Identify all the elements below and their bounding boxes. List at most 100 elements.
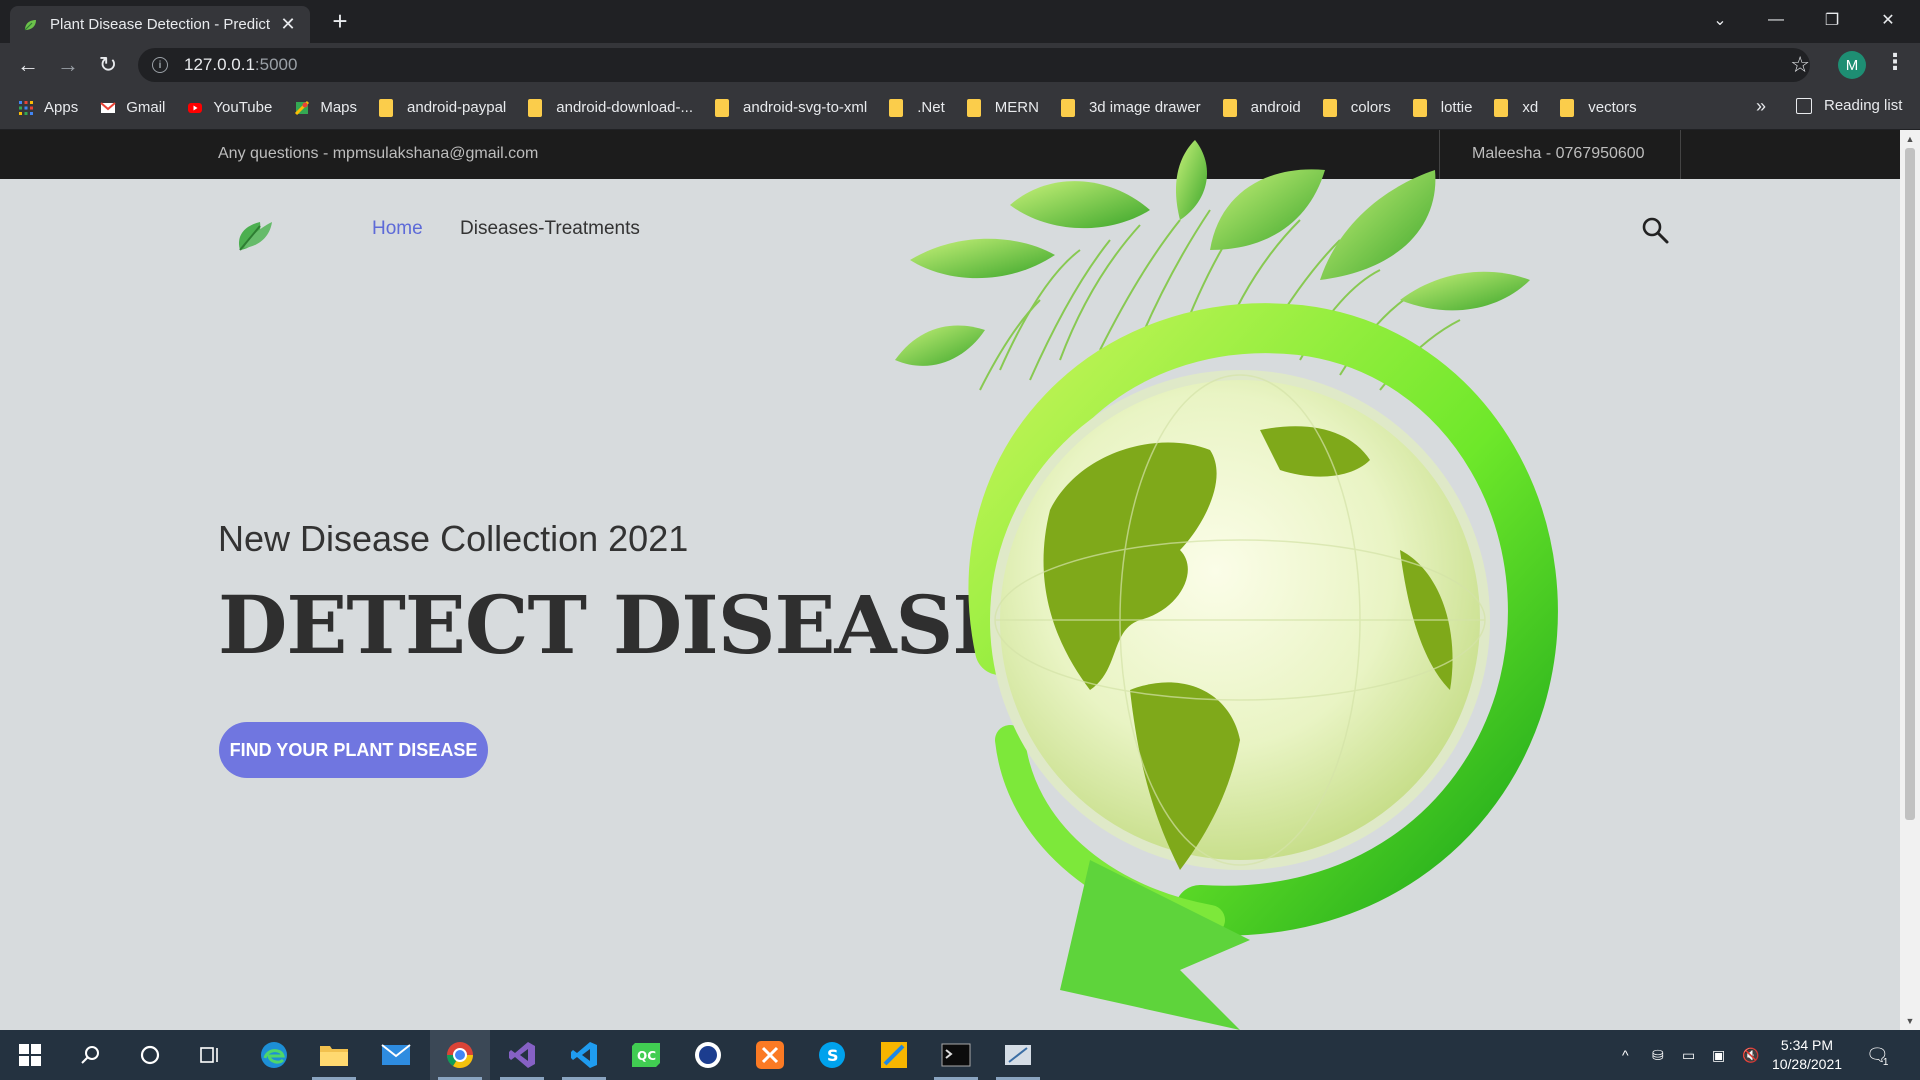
divider xyxy=(1680,130,1681,179)
start-button[interactable] xyxy=(0,1030,60,1080)
new-tab-button[interactable]: + xyxy=(325,6,355,36)
windows-taskbar: QC S ^ ⛁ ▭ ▣ 🔇 5:34 PM 10/28/2021 🗨 1 xyxy=(0,1030,1920,1080)
vscode-app[interactable] xyxy=(554,1030,614,1080)
mail-icon xyxy=(381,1044,411,1065)
action-center-icon[interactable]: 🗨 1 xyxy=(1866,1030,1889,1080)
minimize-button[interactable]: — xyxy=(1748,0,1804,40)
tab-title: Plant Disease Detection - Predict xyxy=(50,16,271,33)
reading-list-button[interactable]: Reading list xyxy=(1796,97,1902,114)
tab-search-chevron-icon[interactable]: ⌄ xyxy=(1692,0,1748,40)
nav-diseases-link[interactable]: Diseases-Treatments xyxy=(460,218,640,240)
page-scrollbar[interactable]: ▲ ▼ xyxy=(1900,130,1920,1030)
folder-icon xyxy=(1412,98,1427,117)
battery-icon[interactable]: ▭ xyxy=(1682,1030,1695,1080)
gmail-icon xyxy=(100,101,116,113)
xampp-app[interactable] xyxy=(740,1030,800,1080)
scroll-up-arrow-icon[interactable]: ▲ xyxy=(1905,134,1915,146)
bookmark-folder[interactable]: android-paypal xyxy=(379,98,506,117)
bookmark-folder[interactable]: vectors xyxy=(1560,98,1637,117)
file-explorer-app[interactable] xyxy=(304,1030,364,1080)
bookmark-folder[interactable]: MERN xyxy=(966,98,1039,117)
tab-close-icon[interactable]: ✕ xyxy=(278,14,298,35)
bookmark-folder[interactable]: xd xyxy=(1494,98,1538,117)
url-port: :5000 xyxy=(254,55,298,74)
folder-icon xyxy=(889,98,904,117)
bookmark-folder[interactable]: colors xyxy=(1322,98,1391,117)
vscode-icon xyxy=(571,1042,597,1068)
browser-tab[interactable]: Plant Disease Detection - Predict ✕ xyxy=(10,6,310,43)
folder-icon xyxy=(715,98,730,117)
url-host: 127.0.0.1 xyxy=(184,55,255,74)
bookmark-apps[interactable]: Apps xyxy=(18,99,78,116)
volume-muted-icon[interactable]: 🔇 xyxy=(1742,1030,1759,1080)
bookmark-folder[interactable]: android xyxy=(1222,98,1301,117)
notification-count: 1 xyxy=(1882,1056,1889,1068)
find-plant-disease-button[interactable]: FIND YOUR PLANT DISEASE xyxy=(219,722,488,778)
windows-logo-icon xyxy=(19,1044,41,1066)
forward-button[interactable]: → xyxy=(52,49,84,81)
bookmarks-bar: Apps Gmail YouTube Maps android-paypal a… xyxy=(0,86,1920,129)
app-w-circle[interactable] xyxy=(678,1030,738,1080)
close-window-button[interactable]: ✕ xyxy=(1860,0,1916,40)
clock-time: 5:34 PM xyxy=(1780,1037,1834,1053)
bookmark-star-icon[interactable]: ☆ xyxy=(1790,52,1810,78)
scrollbar-thumb[interactable] xyxy=(1905,148,1915,820)
folder-icon xyxy=(379,98,394,117)
task-view-button[interactable] xyxy=(180,1030,240,1080)
terminal-icon xyxy=(941,1043,971,1067)
mail-app[interactable] xyxy=(366,1030,426,1080)
browser-toolbar: ← → ↻ i 127.0.0.1 :5000 xyxy=(0,43,1920,86)
folder-icon xyxy=(1560,98,1575,117)
snipping-tool-app[interactable] xyxy=(988,1030,1048,1080)
site-info-icon[interactable]: i xyxy=(152,57,168,73)
bookmark-label: Maps xyxy=(320,99,358,116)
search-button[interactable] xyxy=(60,1030,120,1080)
back-button[interactable]: ← xyxy=(12,49,44,81)
design-tool-app[interactable] xyxy=(864,1030,924,1080)
chrome-app[interactable] xyxy=(430,1030,490,1080)
network-adapter-icon[interactable]: ⛁ xyxy=(1652,1030,1664,1080)
clock[interactable]: 5:34 PM 10/28/2021 xyxy=(1766,1036,1848,1074)
hero-subtitle: New Disease Collection 2021 xyxy=(218,518,689,559)
bookmark-folder[interactable]: android-download-... xyxy=(528,98,694,117)
folder-icon xyxy=(320,1046,348,1066)
scroll-down-arrow-icon[interactable]: ▼ xyxy=(1905,1016,1915,1028)
youtube-icon xyxy=(188,102,203,113)
bookmark-gmail[interactable]: Gmail xyxy=(100,99,165,116)
search-icon xyxy=(81,1046,99,1064)
edge-browser-icon xyxy=(261,1042,287,1068)
show-hidden-icons-button[interactable]: ^ xyxy=(1622,1030,1629,1080)
leaf-logo-icon[interactable] xyxy=(230,210,278,258)
visual-studio-icon xyxy=(509,1042,535,1068)
address-bar[interactable]: i 127.0.0.1 :5000 xyxy=(138,48,1810,82)
visual-studio-app[interactable] xyxy=(492,1030,552,1080)
browser-tab-bar: Plant Disease Detection - Predict ✕ + ⌄ … xyxy=(0,0,1920,43)
bookmark-youtube[interactable]: YouTube xyxy=(187,99,272,116)
bookmark-maps[interactable]: Maps xyxy=(294,99,357,116)
cortana-circle-icon xyxy=(140,1045,160,1065)
bookmark-label: vectors xyxy=(1588,99,1637,116)
bookmarks-overflow-button[interactable]: » xyxy=(1756,96,1766,117)
bookmark-folder[interactable]: .Net xyxy=(889,98,945,117)
network-icon[interactable]: ▣ xyxy=(1712,1030,1725,1080)
profile-avatar[interactable]: M xyxy=(1838,51,1866,79)
terminal-app[interactable] xyxy=(926,1030,986,1080)
reload-button[interactable]: ↻ xyxy=(92,49,124,81)
cortana-button[interactable] xyxy=(120,1030,180,1080)
skype-app[interactable]: S xyxy=(802,1030,862,1080)
bookmark-label: android-download-... xyxy=(556,99,694,116)
contact-email-text: Any questions - mpmsulakshana@gmail.com xyxy=(218,145,539,162)
bookmark-folder[interactable]: 3d image drawer xyxy=(1060,98,1201,117)
bookmark-folder[interactable]: lottie xyxy=(1412,98,1473,117)
restore-button[interactable]: ❐ xyxy=(1804,0,1860,40)
bookmark-folder[interactable]: android-svg-to-xml xyxy=(715,98,867,117)
qt-creator-app[interactable]: QC xyxy=(616,1030,676,1080)
browser-menu-icon[interactable]: ⋮ xyxy=(1884,49,1906,75)
bookmark-label: 3d image drawer xyxy=(1088,99,1201,116)
bookmark-label: lottie xyxy=(1440,99,1473,116)
nav-home-link[interactable]: Home xyxy=(372,218,423,240)
folder-icon xyxy=(966,98,981,117)
edge-app[interactable] xyxy=(244,1030,304,1080)
bookmark-label: Gmail xyxy=(126,99,166,116)
search-icon[interactable] xyxy=(1640,215,1670,245)
